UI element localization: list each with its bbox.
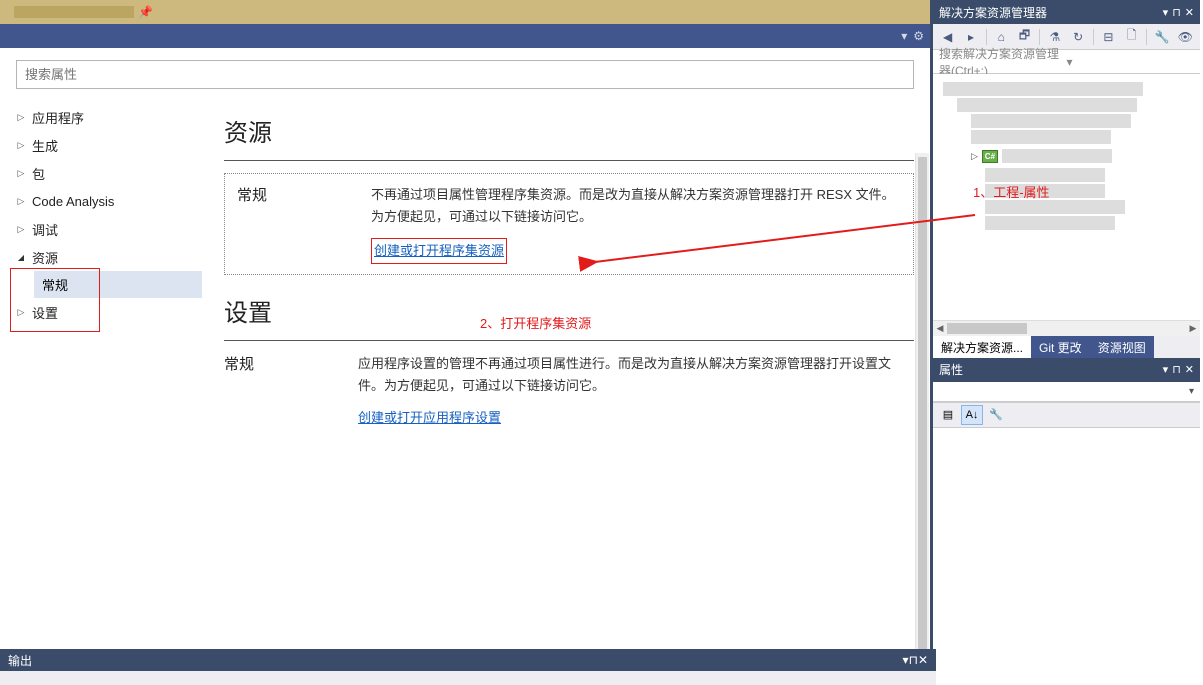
nav-settings[interactable]: 设置 bbox=[12, 298, 202, 326]
resources-general-text: 不再通过项目属性管理程序集资源。而是改为直接从解决方案资源管理器打开 RESX … bbox=[371, 184, 901, 228]
props-combo-dropdown-icon[interactable]: ▾ bbox=[1189, 386, 1194, 397]
nav-resources-general[interactable]: 常规 bbox=[34, 271, 202, 298]
nav-build[interactable]: 生成 bbox=[12, 131, 202, 159]
output-toolbar bbox=[0, 671, 936, 685]
right-bottom-tabs: 解决方案资源... Git 更改 资源视图 bbox=[933, 336, 1200, 358]
gear-icon[interactable]: ⚙ bbox=[913, 29, 924, 43]
create-open-settings-link[interactable]: 创建或打开应用程序设置 bbox=[358, 407, 501, 429]
properties-toolbar: ▤ A↓ 🔧 bbox=[933, 402, 1200, 428]
settings-general-label: 常规 bbox=[224, 353, 334, 429]
home-icon[interactable]: ⌂ bbox=[991, 27, 1012, 47]
filter-icon[interactable]: ⚗ bbox=[1044, 27, 1065, 47]
output-title: 输出 bbox=[8, 652, 903, 669]
props-dropdown-icon[interactable]: ▾ bbox=[1163, 363, 1169, 376]
csharp-project-icon: C# bbox=[982, 150, 998, 163]
tab-solution-explorer[interactable]: 解决方案资源... bbox=[933, 336, 1031, 358]
sync-icon[interactable]: ↻ bbox=[1068, 27, 1089, 47]
property-nav: 应用程序 生成 包 Code Analysis 调试 资源 常规 设置 bbox=[0, 97, 210, 661]
settings-general-text: 应用程序设置的管理不再通过项目属性进行。而是改为直接从解决方案资源管理器打开设置… bbox=[358, 353, 914, 397]
nav-application[interactable]: 应用程序 bbox=[12, 103, 202, 131]
resources-general-section: 常规 不再通过项目属性管理程序集资源。而是改为直接从解决方案资源管理器打开 RE… bbox=[224, 173, 914, 275]
solution-tree[interactable]: ▷ C# 1、工程-属性 bbox=[933, 74, 1200, 320]
section-resources-title: 资源 bbox=[224, 113, 914, 148]
section-settings-title: 设置 bbox=[224, 293, 914, 328]
switch-view-icon[interactable]: 🗗 bbox=[1014, 27, 1035, 47]
property-content: 资源 常规 不再通过项目属性管理程序集资源。而是改为直接从解决方案资源管理器打开… bbox=[210, 97, 930, 661]
pin-icon[interactable]: 📌 bbox=[138, 5, 153, 19]
back-icon[interactable]: ◀ bbox=[937, 27, 958, 47]
solution-explorer-header: 解决方案资源管理器 ▾ ⊓ ✕ bbox=[933, 0, 1200, 24]
properties-icon[interactable]: 🔧 bbox=[1151, 27, 1172, 47]
preview-icon[interactable]: 👁 bbox=[1175, 27, 1196, 47]
chevron-right-icon[interactable]: ▷ bbox=[971, 151, 978, 162]
alphabetical-icon[interactable]: A↓ bbox=[961, 405, 983, 425]
panel-dropdown-icon[interactable]: ▾ bbox=[1163, 6, 1169, 19]
solution-horizontal-scrollbar[interactable]: ◀ ▶ bbox=[933, 320, 1200, 336]
settings-general-section: 常规 应用程序设置的管理不再通过项目属性进行。而是改为直接从解决方案资源管理器打… bbox=[224, 353, 914, 429]
properties-panel-header: 属性 ▾ ⊓ ✕ bbox=[933, 358, 1200, 382]
output-panel: 输出 ▾ ⊓ ✕ bbox=[0, 649, 936, 685]
nav-resources[interactable]: 资源 bbox=[12, 243, 202, 271]
search-properties-input[interactable] bbox=[16, 60, 914, 89]
tab-resource-view[interactable]: 资源视图 bbox=[1090, 336, 1154, 358]
create-open-resources-link[interactable]: 创建或打开程序集资源 bbox=[371, 238, 507, 264]
search-dropdown-icon[interactable]: ▾ bbox=[1067, 55, 1195, 69]
resources-general-label: 常规 bbox=[237, 184, 347, 264]
fwd-icon[interactable]: ▸ bbox=[960, 27, 981, 47]
categorized-icon[interactable]: ▤ bbox=[937, 405, 959, 425]
solution-explorer-search[interactable]: 搜索解决方案资源管理器(Ctrl+;) ▾ bbox=[933, 50, 1200, 74]
nav-package[interactable]: 包 bbox=[12, 159, 202, 187]
tab-git-changes[interactable]: Git 更改 bbox=[1031, 336, 1090, 358]
header-shelf: ▾ ⚙ bbox=[0, 24, 930, 48]
props-pin-icon[interactable]: ⊓ bbox=[1172, 363, 1181, 376]
dropdown-icon[interactable]: ▾ bbox=[901, 29, 907, 43]
document-tab-strip: 📌 bbox=[0, 0, 930, 24]
collapse-icon[interactable]: ⊟ bbox=[1098, 27, 1119, 47]
output-pin-icon[interactable]: ⊓ bbox=[909, 653, 918, 667]
panel-close-icon[interactable]: ✕ bbox=[1185, 6, 1194, 19]
nav-debug[interactable]: 调试 bbox=[12, 215, 202, 243]
vertical-scrollbar[interactable] bbox=[915, 153, 929, 655]
wrench-icon[interactable]: 🔧 bbox=[985, 405, 1007, 425]
active-tab[interactable]: 📌 bbox=[6, 1, 161, 23]
nav-code-analysis[interactable]: Code Analysis bbox=[12, 187, 202, 215]
props-close-icon[interactable]: ✕ bbox=[1185, 363, 1194, 376]
show-all-icon[interactable]: 🗋 bbox=[1121, 27, 1142, 47]
panel-pin-icon[interactable]: ⊓ bbox=[1172, 6, 1181, 19]
output-close-icon[interactable]: ✕ bbox=[918, 653, 928, 667]
